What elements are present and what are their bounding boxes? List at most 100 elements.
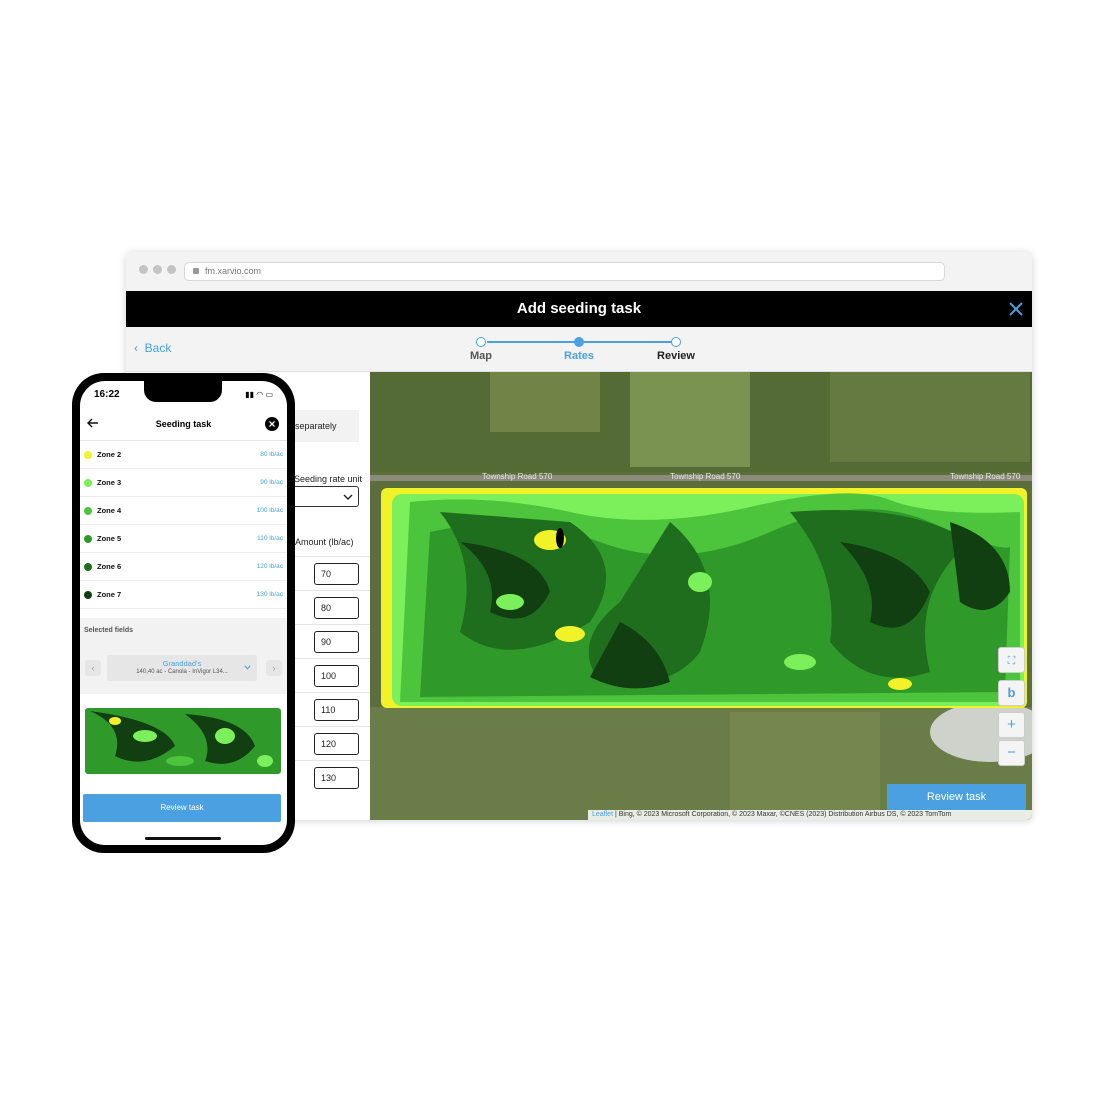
window-maximize-dot[interactable] [167,265,176,274]
review-task-button[interactable]: Review task [887,784,1026,811]
wifi-icon: ◠ [256,390,264,399]
amount-input[interactable]: 120 [314,733,359,755]
browser-chrome: fm.xarvio.com [126,252,1032,291]
stepper-bar: ‹ Back Map Rates Review [126,327,1032,372]
lock-icon [193,268,199,274]
field-zone-preview [85,708,281,774]
amount-input[interactable]: 70 [314,563,359,585]
marketing-stage: fm.xarvio.com Add seeding task ‹ Back Ma… [0,0,1104,1104]
amount-row: 120 [291,726,370,760]
step-label: Rates [564,350,594,362]
next-field-button[interactable]: › [266,660,282,676]
focus-icon: ⛶ [1007,655,1016,667]
zone-row[interactable]: Zone 6 120 lb/ac [80,553,287,581]
signal-icon: ▮▮ [245,390,254,399]
field-description: 140,40 ac - Canola - InVigor L34... [136,669,228,675]
field-name: Granddad's [162,659,202,668]
zone-rate: 110 lb/ac [257,535,283,542]
bing-layer-button[interactable]: b [998,680,1025,706]
step-review[interactable]: Review [646,337,706,362]
zone-color-dot [84,507,92,515]
amount-row: 130 [291,760,370,794]
zone-rate: 130 lb/ac [256,591,283,598]
zone-name: Zone 4 [97,506,122,515]
zone-rate: 120 lb/ac [256,563,283,570]
zone-rate: 90 lb/ac [260,479,283,486]
window-close-dot[interactable] [139,265,148,274]
bing-icon: b [1007,685,1016,700]
zone-name: Zone 6 [97,562,122,571]
zone-color-dot [84,451,92,459]
map-imagery [370,372,1032,820]
chevron-left-icon: ‹ [134,341,138,355]
zone-row[interactable]: Zone 7 130 lb/ac [80,581,287,609]
separately-option[interactable]: separately [291,410,359,442]
field-picker: ‹ Granddad's 140,40 ac - Canola - InVigo… [80,644,287,694]
amount-row: 110 [291,692,370,726]
app-header: Add seeding task [126,291,1032,327]
phone-header: Seeding task [80,407,287,441]
chevron-right-icon: › [272,663,276,673]
phone-screen: 16:22 ▮▮ ◠ ▭ Seeding task Zone 2 80 lb/a… [80,381,287,845]
step-map[interactable]: Map [451,337,511,362]
zone-row[interactable]: Zone 3 90 lb/ac [80,469,287,497]
amount-input[interactable]: 80 [314,597,359,619]
review-task-button[interactable]: Review task [83,794,281,822]
zone-row[interactable]: Zone 5 110 lb/ac [80,525,287,553]
url-text: fm.xarvio.com [205,266,262,276]
road-label: Township Road 570 [482,472,553,481]
url-bar[interactable]: fm.xarvio.com [184,262,945,281]
step-label: Map [470,350,492,362]
zone-row[interactable]: Zone 4 100 lb/ac [80,497,287,525]
step-rates[interactable]: Rates [549,337,609,362]
close-icon[interactable] [1006,299,1026,319]
amount-input[interactable]: 90 [314,631,359,653]
amount-row: 90 [291,624,370,658]
back-button[interactable]: ‹ Back [134,341,171,355]
amount-row: 80 [291,590,370,624]
amount-input[interactable]: 100 [314,665,359,687]
close-icon[interactable] [265,417,279,431]
zoom-out-button[interactable]: − [998,740,1025,766]
battery-icon: ▭ [265,390,273,399]
window-minimize-dot[interactable] [153,265,162,274]
chevron-down-icon [343,494,353,500]
phone-notch [144,381,222,402]
zone-name: Zone 2 [97,450,122,459]
zone-rate: 100 lb/ac [256,507,283,514]
phone-device: 16:22 ▮▮ ◠ ▭ Seeding task Zone 2 80 lb/a… [72,373,295,853]
zone-row[interactable]: Zone 2 80 lb/ac [80,441,287,469]
field-select[interactable]: Granddad's 140,40 ac - Canola - InVigor … [107,655,257,681]
amount-header: Amount (lb/ac) [295,537,354,547]
zone-color-dot [84,591,92,599]
zone-name: Zone 5 [97,534,122,543]
chevron-left-icon: ‹ [91,663,95,673]
status-icons: ▮▮ ◠ ▭ [245,390,273,399]
rate-unit-select[interactable] [291,486,359,507]
leaflet-link[interactable]: Leaflet [592,811,613,818]
zone-name: Zone 7 [97,590,122,599]
zoom-in-button[interactable]: + [998,712,1025,738]
back-label: Back [144,341,172,355]
amount-input[interactable]: 110 [314,699,359,721]
attribution-text: | Bing, © 2023 Microsoft Corporation, © … [613,811,952,818]
page-title: Add seeding task [516,300,642,317]
status-time: 16:22 [94,389,120,400]
amount-row: 100 [291,658,370,692]
seeding-zone-map [381,488,1027,708]
zone-rate: 80 lb/ac [260,451,283,458]
map-attribution: Leaflet | Bing, © 2023 Microsoft Corpora… [588,810,1032,820]
chevron-down-icon [244,665,251,670]
zone-color-dot [84,563,92,571]
road-label: Township Road 570 [950,472,1021,481]
step-label: Review [657,350,695,362]
selected-fields-label: Selected fields [80,618,287,644]
satellite-map[interactable]: Township Road 570 Township Road 570 Town… [370,372,1032,820]
road-label: Township Road 570 [670,472,741,481]
prev-field-button[interactable]: ‹ [85,660,101,676]
phone-title: Seeding task [155,419,212,429]
amount-input[interactable]: 130 [314,767,359,789]
amount-row: 70 [291,556,370,590]
home-indicator [145,837,221,840]
recenter-button[interactable]: ⛶ [998,647,1025,673]
